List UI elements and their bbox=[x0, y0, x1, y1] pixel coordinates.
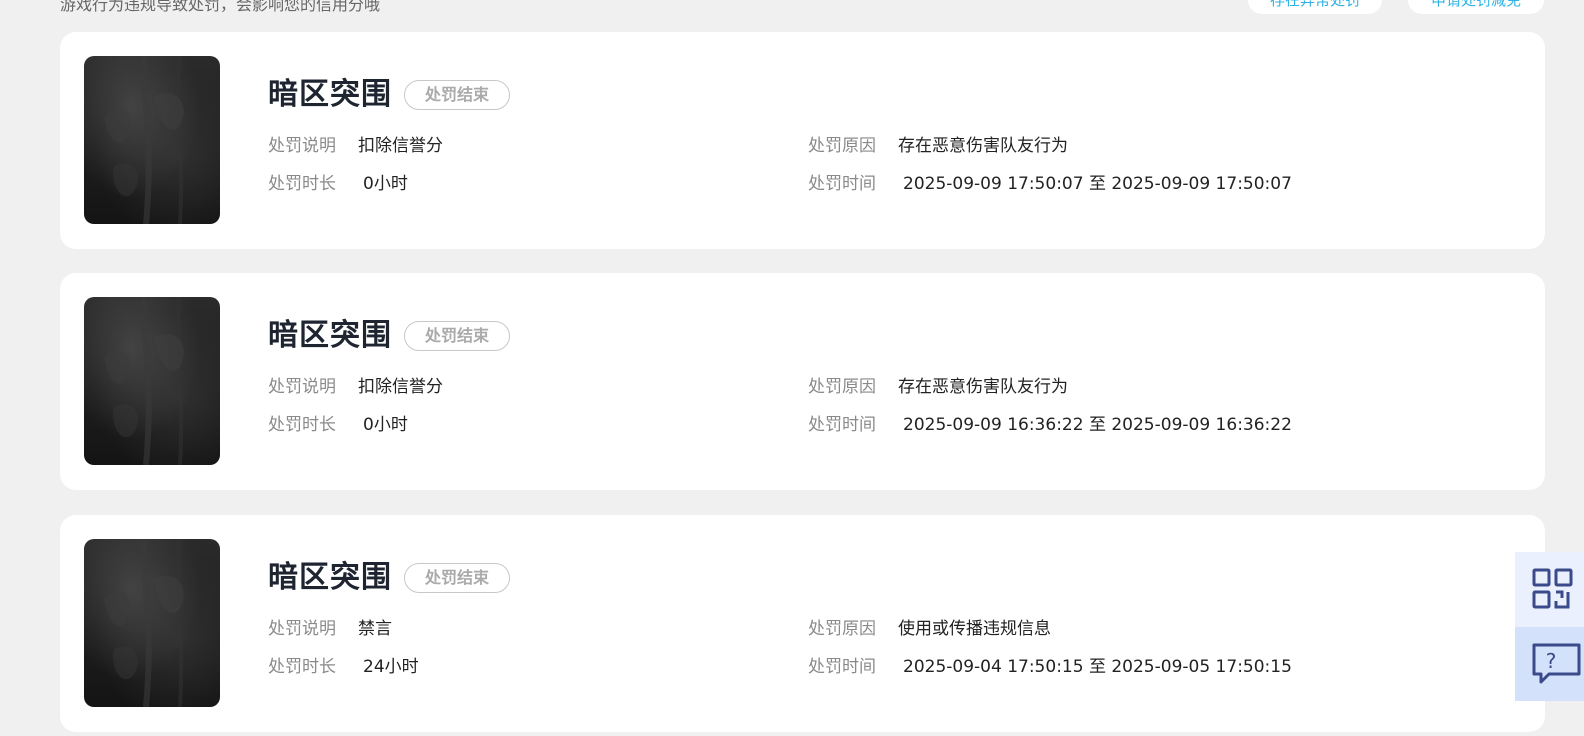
penalty-record-card: 暗区突围 处罚结束 处罚说明 扣除信誉分 处罚原因 存在恶意伤害队友行为 处罚时… bbox=[60, 32, 1545, 249]
time-label: 处罚时间 bbox=[808, 174, 876, 194]
qr-code-icon bbox=[1532, 568, 1573, 609]
status-badge: 处罚结束 bbox=[404, 563, 510, 593]
desc-value: 扣除信誉分 bbox=[358, 377, 443, 397]
desc-value: 扣除信誉分 bbox=[358, 136, 443, 156]
penalty-record-card: 暗区突围 处罚结束 处罚说明 禁言 处罚原因 使用或传播违规信息 处罚时长 24… bbox=[60, 515, 1545, 732]
time-value: 2025-09-04 17:50:15 至 2025-09-05 17:50:1… bbox=[903, 657, 1292, 677]
help-button[interactable]: ? bbox=[1515, 627, 1584, 701]
duration-value: 0小时 bbox=[363, 174, 408, 194]
qr-code-button[interactable] bbox=[1515, 552, 1584, 627]
desc-label: 处罚说明 bbox=[268, 377, 336, 397]
duration-value: 0小时 bbox=[363, 415, 408, 435]
game-cover-image bbox=[84, 297, 220, 465]
game-title: 暗区突围 bbox=[268, 318, 392, 353]
time-label: 处罚时间 bbox=[808, 657, 876, 677]
desc-value: 禁言 bbox=[358, 619, 392, 639]
duration-label: 处罚时长 bbox=[268, 415, 336, 435]
time-value: 2025-09-09 17:50:07 至 2025-09-09 17:50:0… bbox=[903, 174, 1292, 194]
penalty-hint-text: 游戏行为违规导致处罚，会影响您的信用分哦 bbox=[60, 0, 381, 14]
duration-label: 处罚时长 bbox=[268, 657, 336, 677]
abnormal-penalty-button[interactable]: 存在异常处罚 bbox=[1248, 0, 1382, 14]
apply-reduction-button[interactable]: 申请处罚减免 bbox=[1408, 0, 1544, 14]
status-badge: 处罚结束 bbox=[404, 321, 510, 351]
reason-label: 处罚原因 bbox=[808, 619, 876, 639]
svg-text:?: ? bbox=[1546, 649, 1557, 673]
penalty-record-card: 暗区突围 处罚结束 处罚说明 扣除信誉分 处罚原因 存在恶意伤害队友行为 处罚时… bbox=[60, 273, 1545, 490]
reason-label: 处罚原因 bbox=[808, 136, 876, 156]
status-badge: 处罚结束 bbox=[404, 80, 510, 110]
game-cover-image bbox=[84, 56, 220, 224]
reason-value: 存在恶意伤害队友行为 bbox=[898, 377, 1068, 397]
help-chat-icon: ? bbox=[1532, 643, 1581, 684]
desc-label: 处罚说明 bbox=[268, 619, 336, 639]
reason-value: 使用或传播违规信息 bbox=[898, 619, 1051, 639]
time-value: 2025-09-09 16:36:22 至 2025-09-09 16:36:2… bbox=[903, 415, 1292, 435]
game-title: 暗区突围 bbox=[268, 77, 392, 112]
duration-label: 处罚时长 bbox=[268, 174, 336, 194]
reason-label: 处罚原因 bbox=[808, 377, 876, 397]
game-cover-image bbox=[84, 539, 220, 707]
reason-value: 存在恶意伤害队友行为 bbox=[898, 136, 1068, 156]
desc-label: 处罚说明 bbox=[268, 136, 336, 156]
game-title: 暗区突围 bbox=[268, 560, 392, 595]
time-label: 处罚时间 bbox=[808, 415, 876, 435]
duration-value: 24小时 bbox=[363, 657, 419, 677]
